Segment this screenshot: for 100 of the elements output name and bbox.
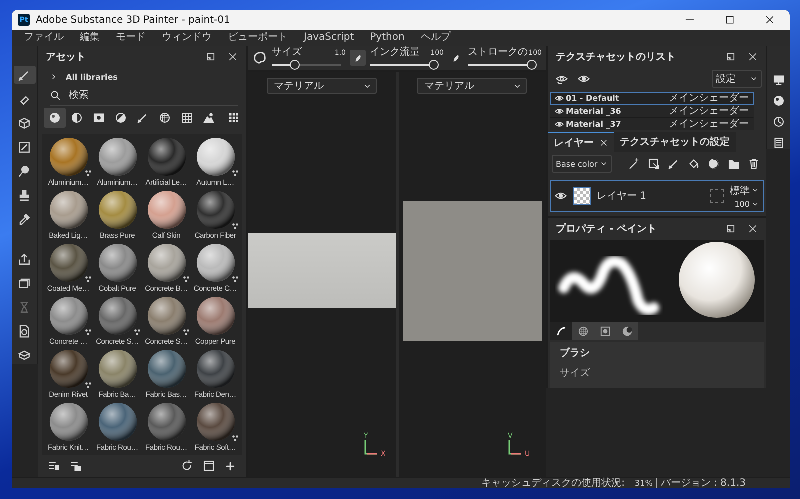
- material-thumbnail[interactable]: [98, 296, 138, 336]
- folder-icon[interactable]: [728, 158, 740, 170]
- material-thumbnail[interactable]: [146, 296, 186, 336]
- grid-pattern-icon[interactable]: [181, 112, 193, 124]
- eye-icon[interactable]: [578, 73, 590, 85]
- property-tab[interactable]: [550, 322, 572, 340]
- close-button[interactable]: [748, 52, 758, 62]
- slider[interactable]: [468, 60, 537, 70]
- eye-icon[interactable]: [555, 94, 564, 103]
- material-thumbnail[interactable]: [48, 137, 88, 177]
- texture-set-row[interactable]: Material _37 メインシェーダー: [550, 118, 754, 130]
- material-thumbnail[interactable]: [196, 402, 236, 442]
- material-thumbnail[interactable]: [196, 137, 236, 177]
- blend-mode-dropdown[interactable]: 標準: [730, 184, 759, 198]
- menu-item[interactable]: Python: [362, 30, 413, 46]
- undock-button[interactable]: [206, 52, 216, 62]
- half-disc-icon[interactable]: [71, 112, 83, 124]
- texture-set-row[interactable]: 01 - Default メインシェーダー: [550, 92, 754, 105]
- opacity-dropdown[interactable]: 100: [734, 200, 759, 208]
- eye-icon[interactable]: [555, 120, 564, 129]
- sphere-icon[interactable]: [49, 112, 61, 124]
- material-thumbnail[interactable]: [146, 190, 186, 230]
- material-thumbnail[interactable]: [196, 190, 236, 230]
- mode-dropdown[interactable]: 設定: [712, 70, 762, 88]
- list-add-icon[interactable]: [48, 460, 60, 472]
- library-selector[interactable]: All libraries: [38, 68, 122, 86]
- panel-tab[interactable]: テクスチャセットの設定: [614, 132, 736, 152]
- box-icon[interactable]: [18, 348, 31, 362]
- channel-dropdown[interactable]: Base color: [552, 155, 612, 173]
- property-tab[interactable]: [616, 322, 638, 340]
- hatched-circle-icon[interactable]: [159, 112, 171, 124]
- undock-button[interactable]: [726, 52, 736, 62]
- material-thumbnail[interactable]: [146, 349, 186, 389]
- cube-icon[interactable]: [18, 116, 31, 130]
- material-thumbnail[interactable]: [196, 349, 236, 389]
- wand-icon[interactable]: [628, 158, 640, 170]
- menu-item[interactable]: 編集: [72, 30, 108, 46]
- frame-icon[interactable]: [18, 140, 31, 154]
- pin-icon[interactable]: [18, 164, 31, 178]
- eye-icon[interactable]: [555, 107, 564, 116]
- material-thumbnail[interactable]: [98, 137, 138, 177]
- menu-item[interactable]: ファイル: [16, 30, 72, 46]
- material-thumbnail[interactable]: [146, 243, 186, 283]
- material-thumbnail[interactable]: [48, 190, 88, 230]
- brush-icon[interactable]: [18, 68, 31, 82]
- bucket-icon[interactable]: [688, 158, 700, 170]
- material-thumbnail[interactable]: [146, 402, 186, 442]
- picker-icon[interactable]: [18, 212, 31, 226]
- search-field[interactable]: 検索: [69, 90, 219, 101]
- layer-row[interactable]: レイヤー 1 標準 100: [550, 180, 764, 212]
- slider-thumb[interactable]: [429, 60, 439, 70]
- paint-layer-icon[interactable]: [648, 158, 660, 170]
- slider[interactable]: [370, 60, 439, 70]
- menu-item[interactable]: JavaScript: [296, 30, 362, 46]
- material-thumbnail[interactable]: [196, 243, 236, 283]
- mask-icon[interactable]: [708, 158, 720, 170]
- texture-set-row[interactable]: Material _36 メインシェーダー: [550, 105, 754, 118]
- landscape-icon[interactable]: [203, 112, 215, 124]
- display-icon[interactable]: [772, 74, 784, 86]
- material-thumbnail[interactable]: [196, 296, 236, 336]
- view-mode-dropdown[interactable]: マテリアル: [417, 78, 528, 94]
- upload-icon[interactable]: [18, 252, 31, 266]
- material-thumbnail[interactable]: [98, 190, 138, 230]
- split-circle-icon[interactable]: [115, 112, 127, 124]
- notes-icon[interactable]: [772, 137, 784, 149]
- material-thumbnail[interactable]: [98, 349, 138, 389]
- menu-item[interactable]: モード: [108, 30, 154, 46]
- stencil-icon[interactable]: [252, 50, 268, 66]
- material-thumbnail[interactable]: [98, 243, 138, 283]
- refresh-icon[interactable]: [181, 460, 193, 472]
- menu-item[interactable]: ヘルプ: [412, 30, 459, 46]
- material-thumbnail[interactable]: [98, 402, 138, 442]
- material-thumbnail[interactable]: [48, 349, 88, 389]
- grid-view-icon[interactable]: [228, 112, 240, 124]
- document-icon[interactable]: [18, 324, 31, 338]
- undock-button[interactable]: [726, 224, 736, 234]
- view-mode-dropdown[interactable]: マテリアル: [266, 78, 377, 94]
- list-folder-icon[interactable]: [70, 460, 82, 472]
- material-thumbnail[interactable]: [48, 296, 88, 336]
- close-button[interactable]: [228, 52, 238, 62]
- close-button[interactable]: [748, 224, 758, 234]
- plus-icon[interactable]: [225, 460, 236, 472]
- slider-thumb[interactable]: [290, 60, 300, 70]
- brush-icon[interactable]: [668, 158, 680, 170]
- eye-sync-icon[interactable]: [556, 73, 568, 85]
- menu-item[interactable]: ウィンドウ: [154, 30, 220, 46]
- slider[interactable]: [272, 60, 341, 70]
- slider-thumb[interactable]: [527, 60, 537, 70]
- material-thumbnail[interactable]: [146, 137, 186, 177]
- brush-icon[interactable]: [137, 112, 149, 124]
- brush-tip-button[interactable]: [350, 50, 366, 66]
- stamp-icon[interactable]: [18, 188, 31, 202]
- trash-icon[interactable]: [748, 158, 760, 170]
- menu-item[interactable]: ビューポート: [220, 30, 296, 46]
- window-icon[interactable]: [203, 460, 215, 472]
- eye-icon[interactable]: [555, 190, 567, 202]
- material-thumbnail[interactable]: [48, 243, 88, 283]
- clock-icon[interactable]: [772, 116, 784, 128]
- material-thumbnail[interactable]: [48, 402, 88, 442]
- stack-icon[interactable]: [18, 276, 31, 290]
